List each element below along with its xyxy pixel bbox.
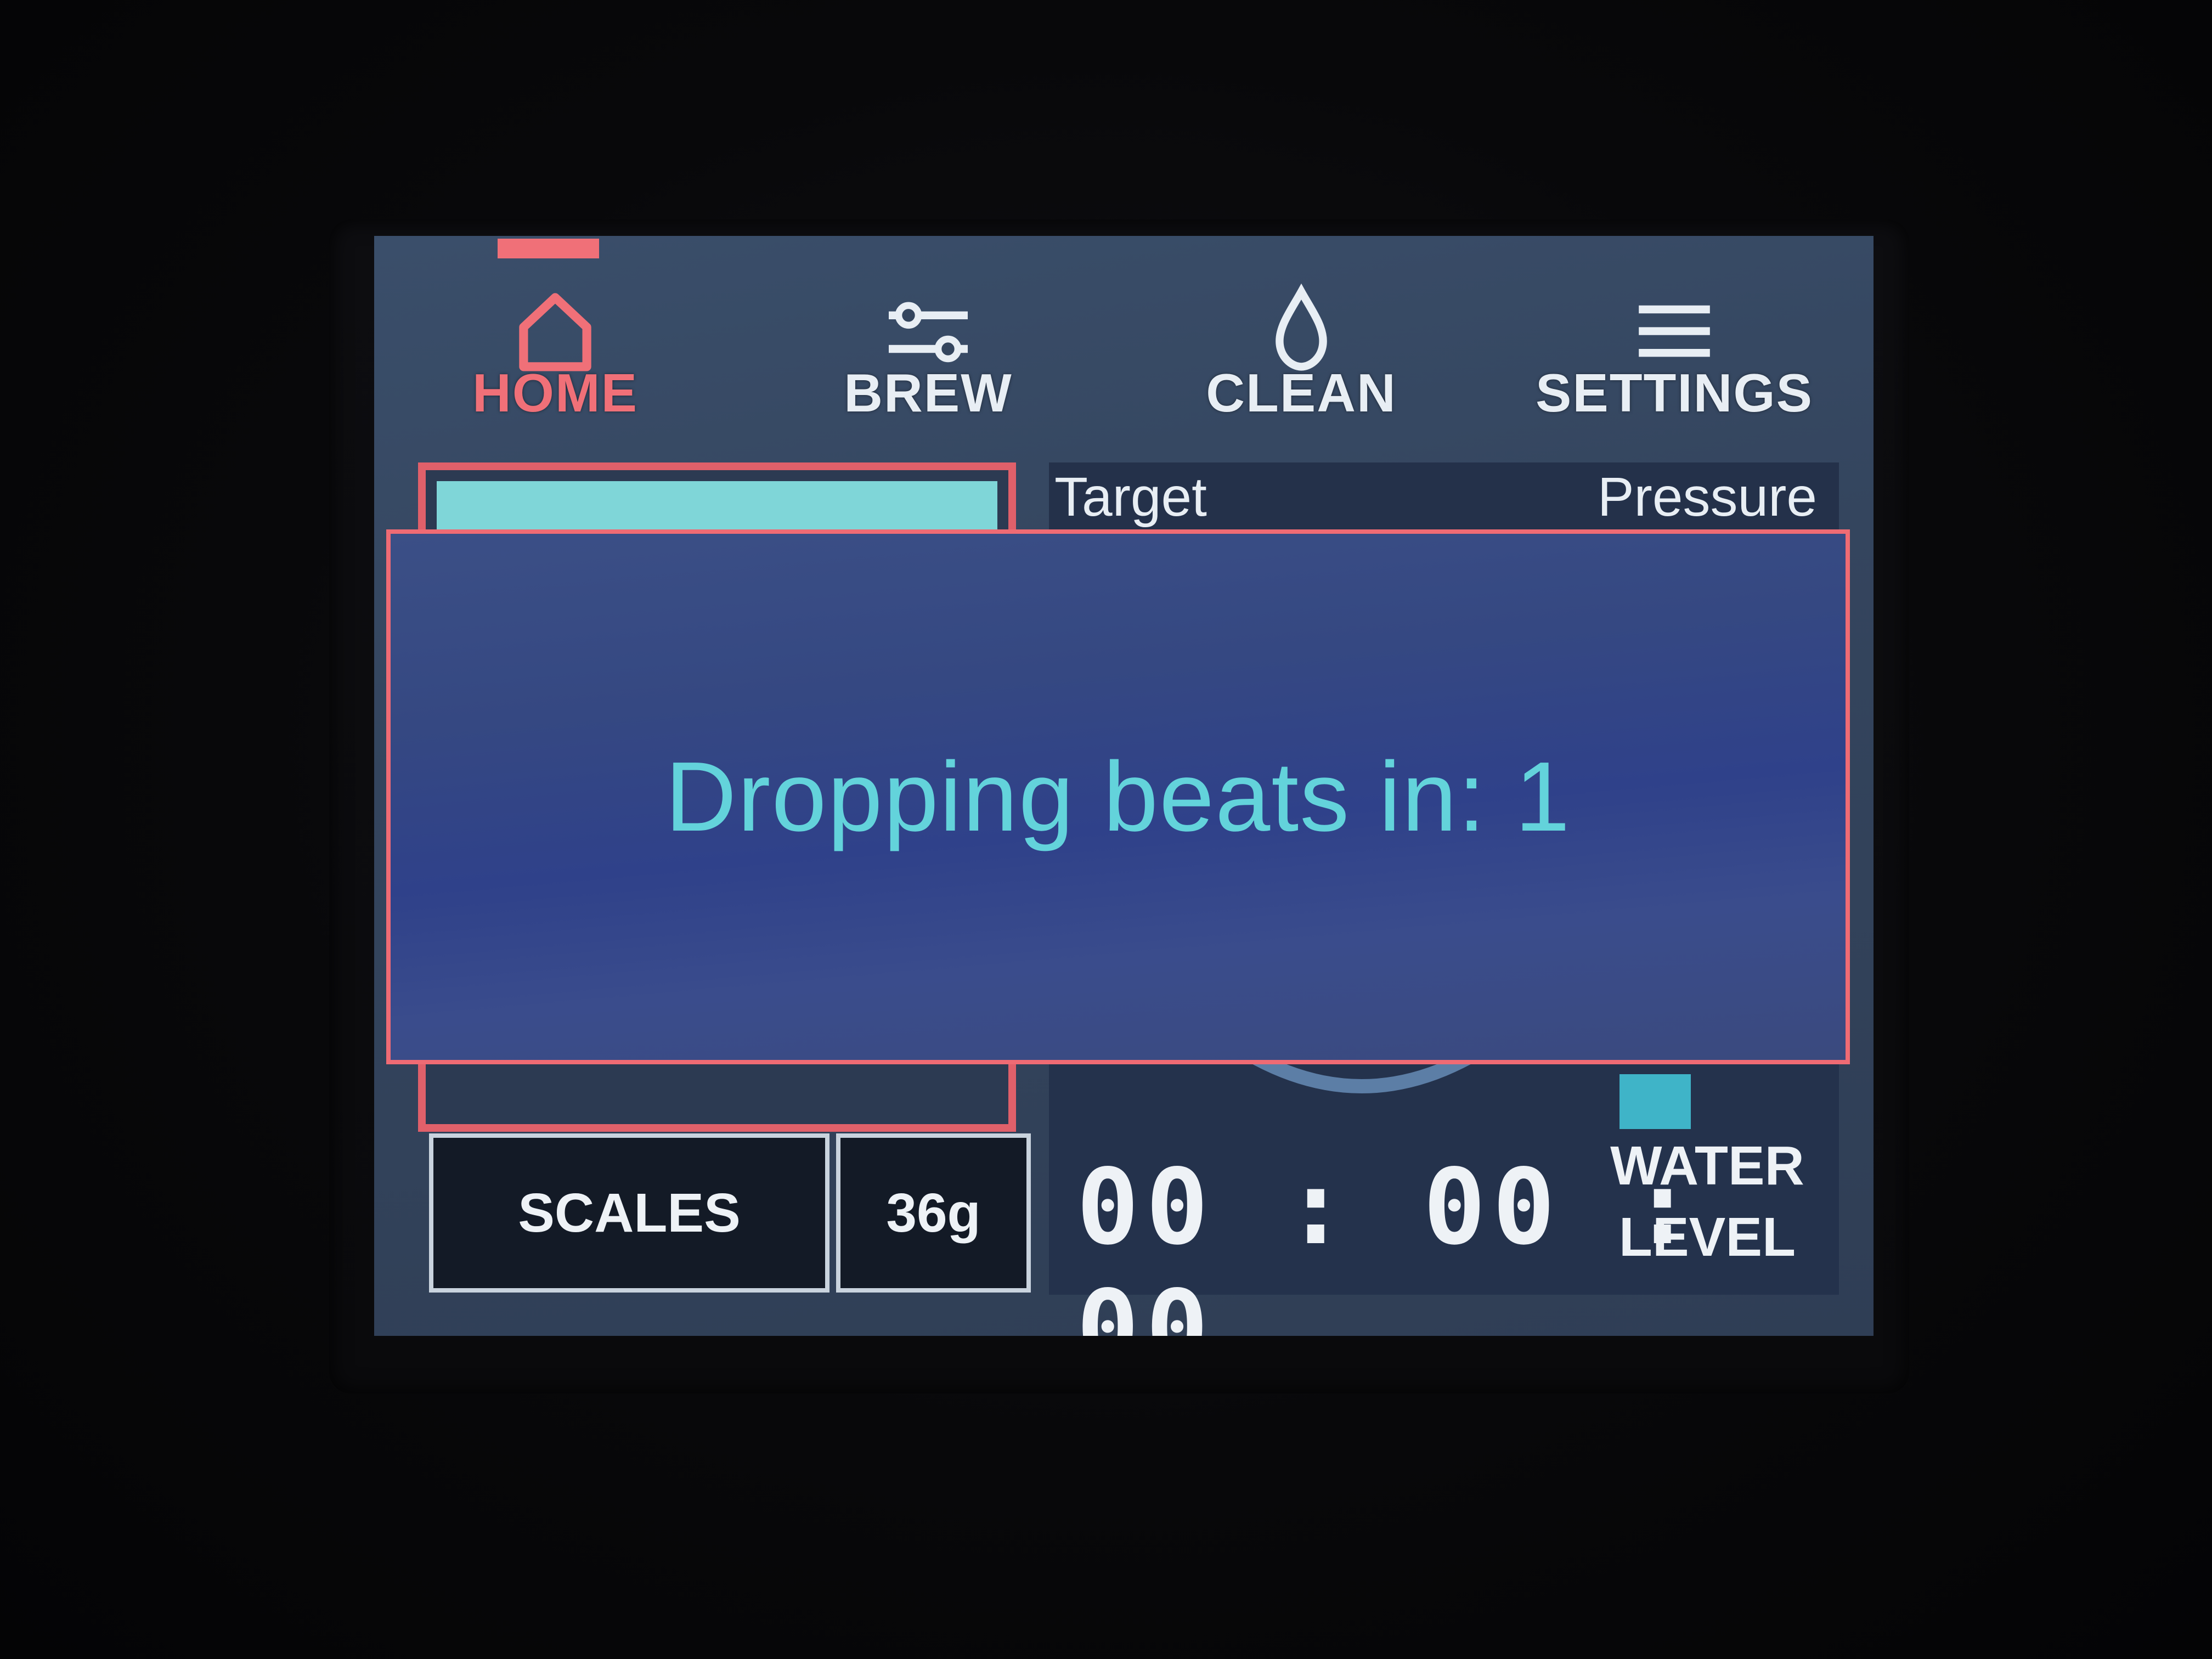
timer-panel: 00 : 00 : 00 WATER LEVEL <box>1049 1036 1839 1336</box>
pressure-label: Pressure <box>1597 466 1817 528</box>
top-nav: HOME BREW CLEAN SETTINGS <box>374 236 1874 455</box>
water-level-indicator <box>1620 1074 1691 1129</box>
water-level-line2: LEVEL <box>1618 1206 1796 1268</box>
weight-display[interactable]: 36g <box>836 1133 1031 1293</box>
scales-button[interactable]: SCALES <box>429 1133 830 1293</box>
nav-item-settings[interactable]: SETTINGS <box>1499 236 1850 455</box>
nav-label-home: HOME <box>472 363 638 423</box>
scales-label: SCALES <box>518 1182 741 1244</box>
nav-label-clean: CLEAN <box>1206 363 1397 423</box>
photo-scene: HOME BREW CLEAN SETTINGS Target Pressure… <box>0 0 2212 1659</box>
nav-label-settings: SETTINGS <box>1535 363 1814 423</box>
countdown-dialog: Dropping beats in: 1 <box>386 529 1850 1064</box>
nav-item-brew[interactable]: BREW <box>753 236 1104 455</box>
weight-value: 36g <box>886 1182 981 1244</box>
water-level-label: WATER LEVEL <box>1592 1130 1822 1273</box>
nav-item-home[interactable]: HOME <box>380 236 731 455</box>
nav-item-clean[interactable]: CLEAN <box>1126 236 1477 455</box>
water-level-line1: WATER <box>1610 1135 1804 1197</box>
dialog-message: Dropping beats in: 1 <box>665 742 1571 852</box>
target-label: Target <box>1054 466 1207 528</box>
nav-label-brew: BREW <box>844 363 1013 423</box>
touch-screen: HOME BREW CLEAN SETTINGS Target Pressure… <box>374 236 1874 1336</box>
